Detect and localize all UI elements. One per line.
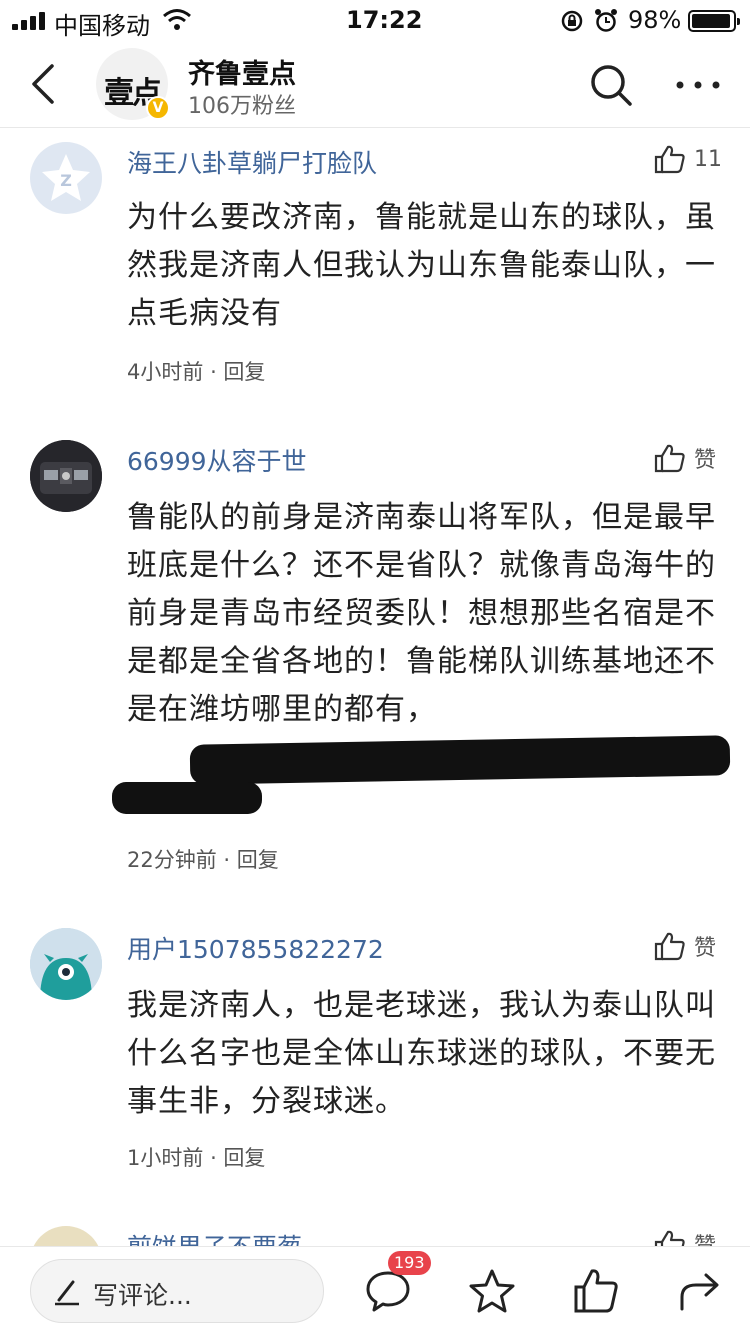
comment-text: 为什么要改济南，鲁能就是山东的球队，虽然我是济南人但我认为山东鲁能泰山队，一点毛… xyxy=(127,200,716,331)
orientation-lock-icon xyxy=(561,10,583,32)
comment-text: 鲁能队的前身是济南泰山将军队，但是最早班底是什么？还不是省队？就像青岛海牛的前身… xyxy=(127,500,716,727)
comment-time: 4小时前 xyxy=(127,360,204,384)
comment-username[interactable]: 煎饼果子不要葱 xyxy=(127,1228,302,1246)
like-label: 赞 xyxy=(694,1228,716,1246)
thumbs-up-icon xyxy=(654,932,685,961)
user-avatar[interactable] xyxy=(30,440,102,512)
battery-icon xyxy=(688,10,740,32)
comment-item: 煎饼果子不要葱 赞 xyxy=(0,1212,750,1246)
status-bar: 中国移动 17:22 98% xyxy=(0,0,750,40)
thumbs-up-icon xyxy=(654,1230,685,1246)
search-icon[interactable] xyxy=(588,62,634,108)
account-avatar[interactable]: 壹点 V xyxy=(96,48,170,120)
like-button[interactable]: 赞 xyxy=(654,442,716,474)
like-count: 11 xyxy=(694,146,722,172)
comment-time: 22分钟前 xyxy=(127,848,217,872)
comment-meta: 1小时前 · 回复 xyxy=(127,1146,266,1170)
bottom-action-bar: 写评论... 193 xyxy=(0,1246,750,1334)
more-options-icon[interactable] xyxy=(672,70,724,100)
comment-meta: 22分钟前 · 回复 xyxy=(127,848,279,872)
reply-link[interactable]: 回复 xyxy=(223,1146,265,1170)
share-arrow-icon[interactable] xyxy=(674,1265,726,1317)
top-nav-bar: 壹点 V 齐鲁壹点 106万粉丝 xyxy=(0,40,750,128)
user-avatar[interactable] xyxy=(30,1226,102,1246)
alarm-icon xyxy=(595,9,617,32)
write-comment-input[interactable]: 写评论... xyxy=(30,1259,324,1323)
comment-username[interactable]: 66999从容于世 xyxy=(127,442,307,478)
like-article-icon[interactable] xyxy=(570,1265,622,1317)
svg-text:Z: Z xyxy=(60,171,72,190)
pen-icon xyxy=(55,1280,79,1306)
signal-icon xyxy=(12,12,50,30)
favorite-star-icon[interactable] xyxy=(466,1265,518,1317)
carrier-label: 中国移动 xyxy=(54,12,150,40)
comment-meta: 4小时前 · 回复 xyxy=(127,360,266,384)
redaction-scribble xyxy=(189,735,731,785)
comment-count-badge: 193 xyxy=(388,1251,431,1275)
comment-text: 我是济南人，也是老球迷，我认为泰山队叫什么名字也是全体山东球迷的球队，不要无事生… xyxy=(127,988,716,1119)
clock: 17:22 xyxy=(346,6,423,34)
like-label: 赞 xyxy=(694,448,717,473)
verified-badge-icon: V xyxy=(146,96,170,120)
comment-username[interactable]: 海王八卦草躺尸打脸队 xyxy=(127,144,377,180)
like-button[interactable]: 赞 xyxy=(654,930,716,962)
like-button[interactable]: 11 xyxy=(654,144,722,174)
thumbs-up-icon xyxy=(654,145,685,174)
user-avatar[interactable] xyxy=(30,928,102,1000)
back-arrow-icon[interactable] xyxy=(24,60,64,108)
battery-percent: 98% xyxy=(628,6,682,34)
reply-link[interactable]: 回复 xyxy=(223,360,265,384)
comment-placeholder: 写评论... xyxy=(93,1281,192,1310)
comment-username[interactable]: 用户1507855822272 xyxy=(127,930,384,966)
like-button[interactable]: 赞 xyxy=(654,1228,716,1246)
user-avatar[interactable]: Z xyxy=(30,142,102,214)
reply-link[interactable]: 回复 xyxy=(237,848,279,872)
fans-count: 106万粉丝 xyxy=(188,94,296,119)
wifi-icon xyxy=(163,9,191,30)
like-label: 赞 xyxy=(694,936,717,961)
thumbs-up-icon xyxy=(654,444,685,473)
comment-time: 1小时前 xyxy=(127,1146,204,1170)
redaction-scribble xyxy=(112,782,262,814)
account-name[interactable]: 齐鲁壹点 xyxy=(188,52,296,91)
